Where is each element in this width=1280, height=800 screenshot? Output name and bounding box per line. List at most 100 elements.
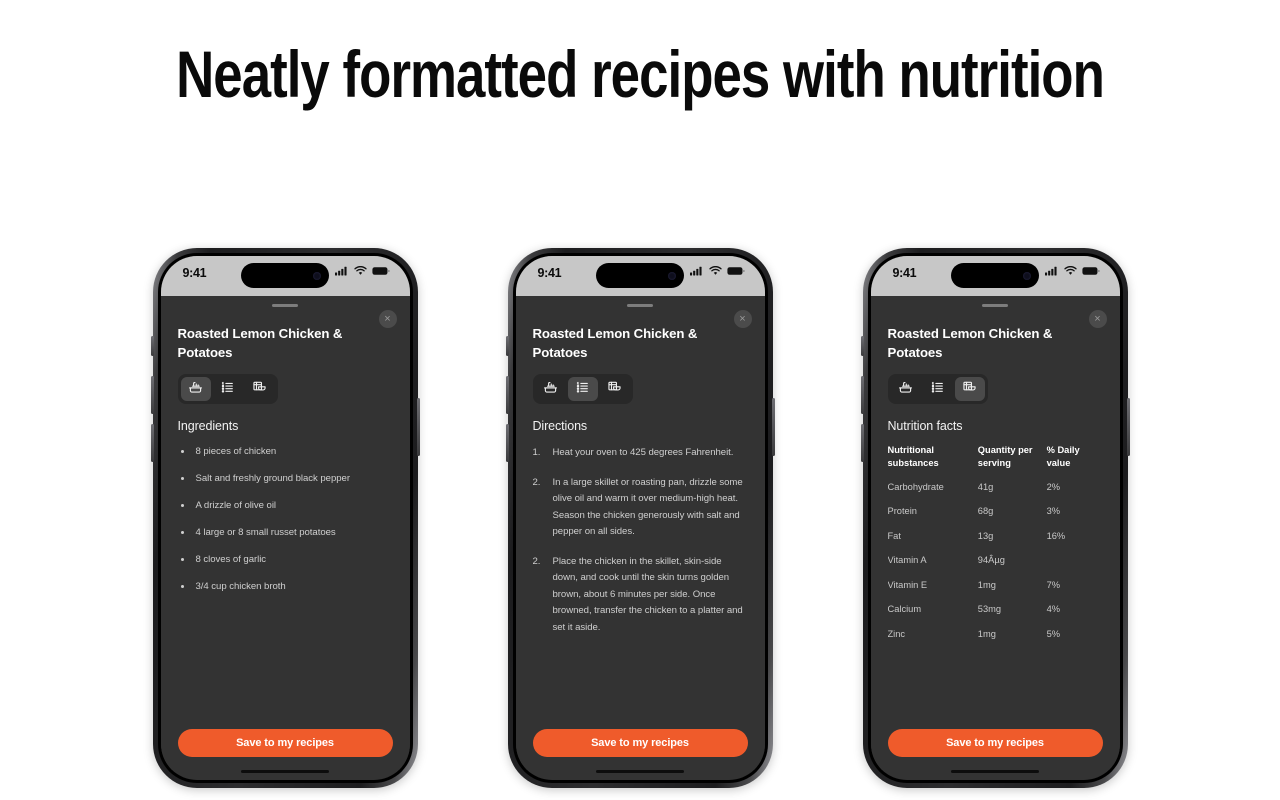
tab-directions[interactable]	[923, 377, 953, 401]
status-time: 9:41	[182, 266, 207, 280]
recipe-title: Roasted Lemon Chicken & Potatoes	[887, 326, 1053, 360]
table-cell: 53mg	[977, 604, 1002, 615]
save-to-my-recipes-button[interactable]: Save to my recipes	[177, 728, 393, 757]
status-icons	[334, 266, 390, 276]
list-item: 2. In a large skillet or roasting pan, dr…	[533, 475, 748, 541]
wifi-icon	[1063, 266, 1077, 275]
close-icon[interactable]: ×	[378, 310, 397, 328]
table-cell: Fat	[887, 530, 901, 541]
volume-down-button[interactable]	[505, 424, 509, 462]
sheet-grabber[interactable]	[982, 304, 1008, 307]
volume-up-button[interactable]	[150, 376, 154, 414]
column-header: Quantity per serving	[977, 445, 1033, 469]
phone-mockups-row: 9:41 × Roasted Lemon Chicken & Potatoes …	[0, 248, 1280, 788]
silent-switch[interactable]	[505, 336, 509, 356]
table-cell: Vitamin A	[887, 555, 927, 566]
table-row: Zinc 1mg 5%	[888, 629, 1103, 654]
tab-nutrition[interactable]	[600, 377, 630, 401]
table-row: Vitamin E 1mg 7%	[888, 580, 1103, 605]
status-time: 9:41	[537, 266, 562, 280]
table-cell: Vitamin E	[887, 579, 928, 590]
table-row: Carbohydrate 41g 2%	[888, 482, 1103, 507]
step-text: Place the chicken in the skillet, skin-s…	[552, 555, 743, 633]
phone-bezel: 9:41 × Roasted Lemon Chicken & Potatoes …	[512, 253, 768, 783]
ingredients-list: 8 pieces of chicken Salt and freshly grou…	[178, 445, 393, 594]
list-item: 3/4 cup chicken broth	[193, 580, 393, 595]
table-cell: 41g	[977, 481, 994, 492]
save-button-container: Save to my recipes	[515, 728, 765, 770]
step-text: Heat your oven to 425 degrees Fahrenheit…	[552, 447, 734, 459]
list-item: 8 pieces of chicken	[193, 445, 393, 460]
tab-nutrition[interactable]	[245, 377, 275, 401]
cooking-pot-icon	[543, 380, 558, 398]
save-button-container: Save to my recipes	[870, 728, 1120, 770]
tab-nutrition[interactable]	[954, 377, 985, 402]
recipe-title: Roasted Lemon Chicken & Potatoes	[532, 326, 698, 360]
sheet-grabber[interactable]	[627, 304, 653, 307]
table-cell: 3%	[1046, 506, 1061, 517]
volume-up-button[interactable]	[505, 376, 509, 414]
silent-switch[interactable]	[860, 336, 864, 356]
table-row: Vitamin A 94Âµg	[888, 555, 1103, 580]
close-icon[interactable]: ×	[733, 310, 752, 328]
cellular-signal-icon	[689, 266, 702, 276]
tab-ingredients[interactable]	[180, 377, 211, 402]
table-cell: Calcium	[887, 604, 922, 615]
power-button[interactable]	[771, 398, 775, 456]
recipe-sheet: × Roasted Lemon Chicken & Potatoes	[160, 296, 410, 729]
front-camera-icon	[1023, 271, 1031, 280]
table-cell: 16%	[1046, 530, 1066, 541]
step-number: 2.	[532, 476, 541, 488]
power-button[interactable]	[1126, 398, 1130, 456]
tab-directions[interactable]	[213, 377, 243, 401]
home-indicator[interactable]	[951, 769, 1039, 773]
recipe-sheet: × Roasted Lemon Chicken & Potatoes	[515, 296, 765, 729]
table-row: Protein 68g 3%	[888, 506, 1103, 531]
table-header-row: Nutritional substances Quantity per servi…	[888, 444, 1103, 481]
status-time: 9:41	[892, 266, 917, 280]
cooking-pot-icon	[188, 380, 203, 398]
list-item: A drizzle of olive oil	[193, 499, 393, 514]
cellular-signal-icon	[1044, 266, 1057, 276]
volume-down-button[interactable]	[150, 424, 154, 462]
volume-up-button[interactable]	[860, 376, 864, 414]
sheet-grabber[interactable]	[272, 304, 298, 307]
list-item: 4 large or 8 small russet potatoes	[193, 526, 393, 541]
tab-directions[interactable]	[567, 377, 598, 402]
table-cell: Carbohydrate	[887, 481, 944, 492]
tab-ingredients[interactable]	[891, 377, 921, 401]
volume-down-button[interactable]	[860, 424, 864, 462]
list-item: 1. Heat your oven to 425 degrees Fahrenhe…	[533, 445, 748, 462]
home-indicator[interactable]	[241, 769, 329, 773]
recipe-title: Roasted Lemon Chicken & Potatoes	[177, 326, 343, 360]
save-button-container: Save to my recipes	[160, 728, 410, 770]
wifi-icon	[353, 266, 367, 275]
sheet-content: Ingredients 8 pieces of chicken Salt and …	[178, 419, 393, 728]
list-item: Salt and freshly ground black pepper	[193, 472, 393, 487]
front-camera-icon	[668, 271, 676, 280]
close-icon[interactable]: ×	[1088, 310, 1107, 328]
sheet-content: Directions 1. Heat your oven to 425 degre…	[533, 419, 748, 728]
phone-screen: 9:41 × Roasted Lemon Chicken & Potatoes …	[160, 256, 410, 780]
column-header: Nutritional substances	[887, 445, 939, 469]
save-to-my-recipes-button[interactable]: Save to my recipes	[532, 728, 748, 757]
tab-bar	[532, 374, 633, 405]
save-to-my-recipes-button[interactable]: Save to my recipes	[887, 728, 1103, 757]
phone-bezel: 9:41 × Roasted Lemon Chicken & Potatoes …	[867, 253, 1123, 783]
home-indicator[interactable]	[596, 769, 684, 773]
tab-ingredients[interactable]	[536, 377, 566, 401]
status-bar: 9:41	[515, 256, 765, 296]
tab-bar	[177, 374, 278, 405]
front-camera-icon	[313, 271, 321, 280]
table-cell: Zinc	[887, 628, 906, 639]
silent-switch[interactable]	[150, 336, 154, 356]
cellular-signal-icon	[334, 266, 347, 276]
table-cell: 4%	[1046, 604, 1061, 615]
numbered-list-icon	[930, 380, 945, 398]
table-cell	[1047, 555, 1103, 580]
battery-icon	[726, 267, 744, 275]
status-icons	[1044, 266, 1100, 276]
phone-screen: 9:41 × Roasted Lemon Chicken & Potatoes …	[515, 256, 765, 780]
power-button[interactable]	[416, 398, 420, 456]
column-header: % Daily value	[1046, 445, 1080, 469]
